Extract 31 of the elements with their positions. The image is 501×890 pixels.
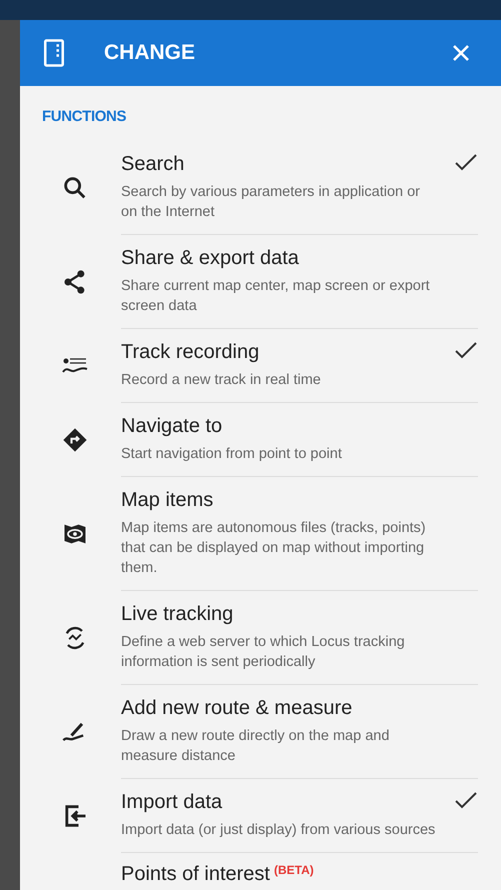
function-item[interactable]: Import data Import data (or just display) from various sources (20, 778, 501, 852)
item-description: Import data (or just display) from various sources (121, 820, 436, 840)
item-description: Define a web server to which Locus tracking information is sent periodically (121, 632, 406, 672)
function-item[interactable]: Navigate to Start navigation from point to point (20, 402, 501, 476)
beta-label: (BETA) (274, 862, 314, 878)
item-title: Points of interest (121, 862, 270, 886)
item-description: Draw a new route directly on the map and measure distance (121, 726, 390, 766)
item-description: Start navigation from point to point (121, 444, 343, 464)
section-title: FUNCTIONS (42, 107, 128, 127)
item-title: Map items (121, 488, 214, 512)
item-title: Search (121, 152, 186, 176)
function-item[interactable]: Track recording Record a new track in real time (20, 328, 501, 402)
function-item[interactable]: Live tracking Define a web server to which Locus tracking information is sent periodically (20, 590, 501, 684)
item-description: Search by various parameters in application or on the Internet (121, 182, 422, 222)
item-title: Track recording (121, 340, 260, 364)
item-title: Add new route & measure (121, 696, 354, 720)
panel-layout-icon (44, 39, 64, 67)
item-title: Live tracking (121, 602, 234, 626)
function-item[interactable]: Map items Map items are autonomous files (tracks, points) that can be displayed on map without importing them. (20, 476, 501, 590)
item-title: Import data (121, 790, 224, 814)
dialog-title: CHANGE (104, 40, 196, 66)
item-title: Share & export data (121, 246, 300, 270)
item-title: Navigate to (121, 414, 224, 438)
function-item[interactable]: Share & export data Share current map center, map screen or export screen data (20, 234, 501, 328)
function-item[interactable]: Add new route & measure Draw a new route directly on the map and measure distance (20, 684, 501, 778)
function-item[interactable]: Search Search by various parameters in application or on the Internet (20, 140, 501, 234)
item-description: Record a new track in real time (121, 370, 322, 390)
item-description: Share current map center, map screen or export screen data (121, 276, 431, 316)
turn-arrow-diamond-icon (60, 426, 88, 454)
item-description: Map items are autonomous files (tracks, points) that can be displayed on map without importing them. (121, 518, 427, 578)
close-icon (451, 43, 471, 63)
